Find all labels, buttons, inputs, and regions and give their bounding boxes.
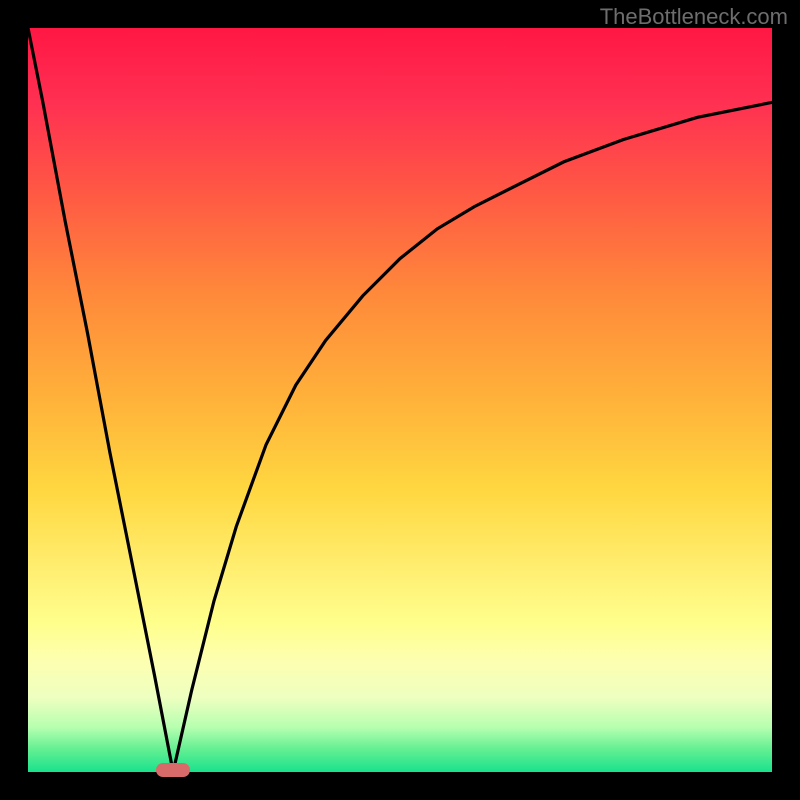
curve-overlay: [28, 28, 772, 772]
optimal-marker: [156, 763, 190, 777]
chart-frame: TheBottleneck.com: [0, 0, 800, 800]
bottleneck-curve-left: [28, 28, 173, 772]
watermark-text: TheBottleneck.com: [600, 4, 788, 30]
bottleneck-curve-right: [173, 102, 772, 772]
chart-plot-area: [28, 28, 772, 772]
